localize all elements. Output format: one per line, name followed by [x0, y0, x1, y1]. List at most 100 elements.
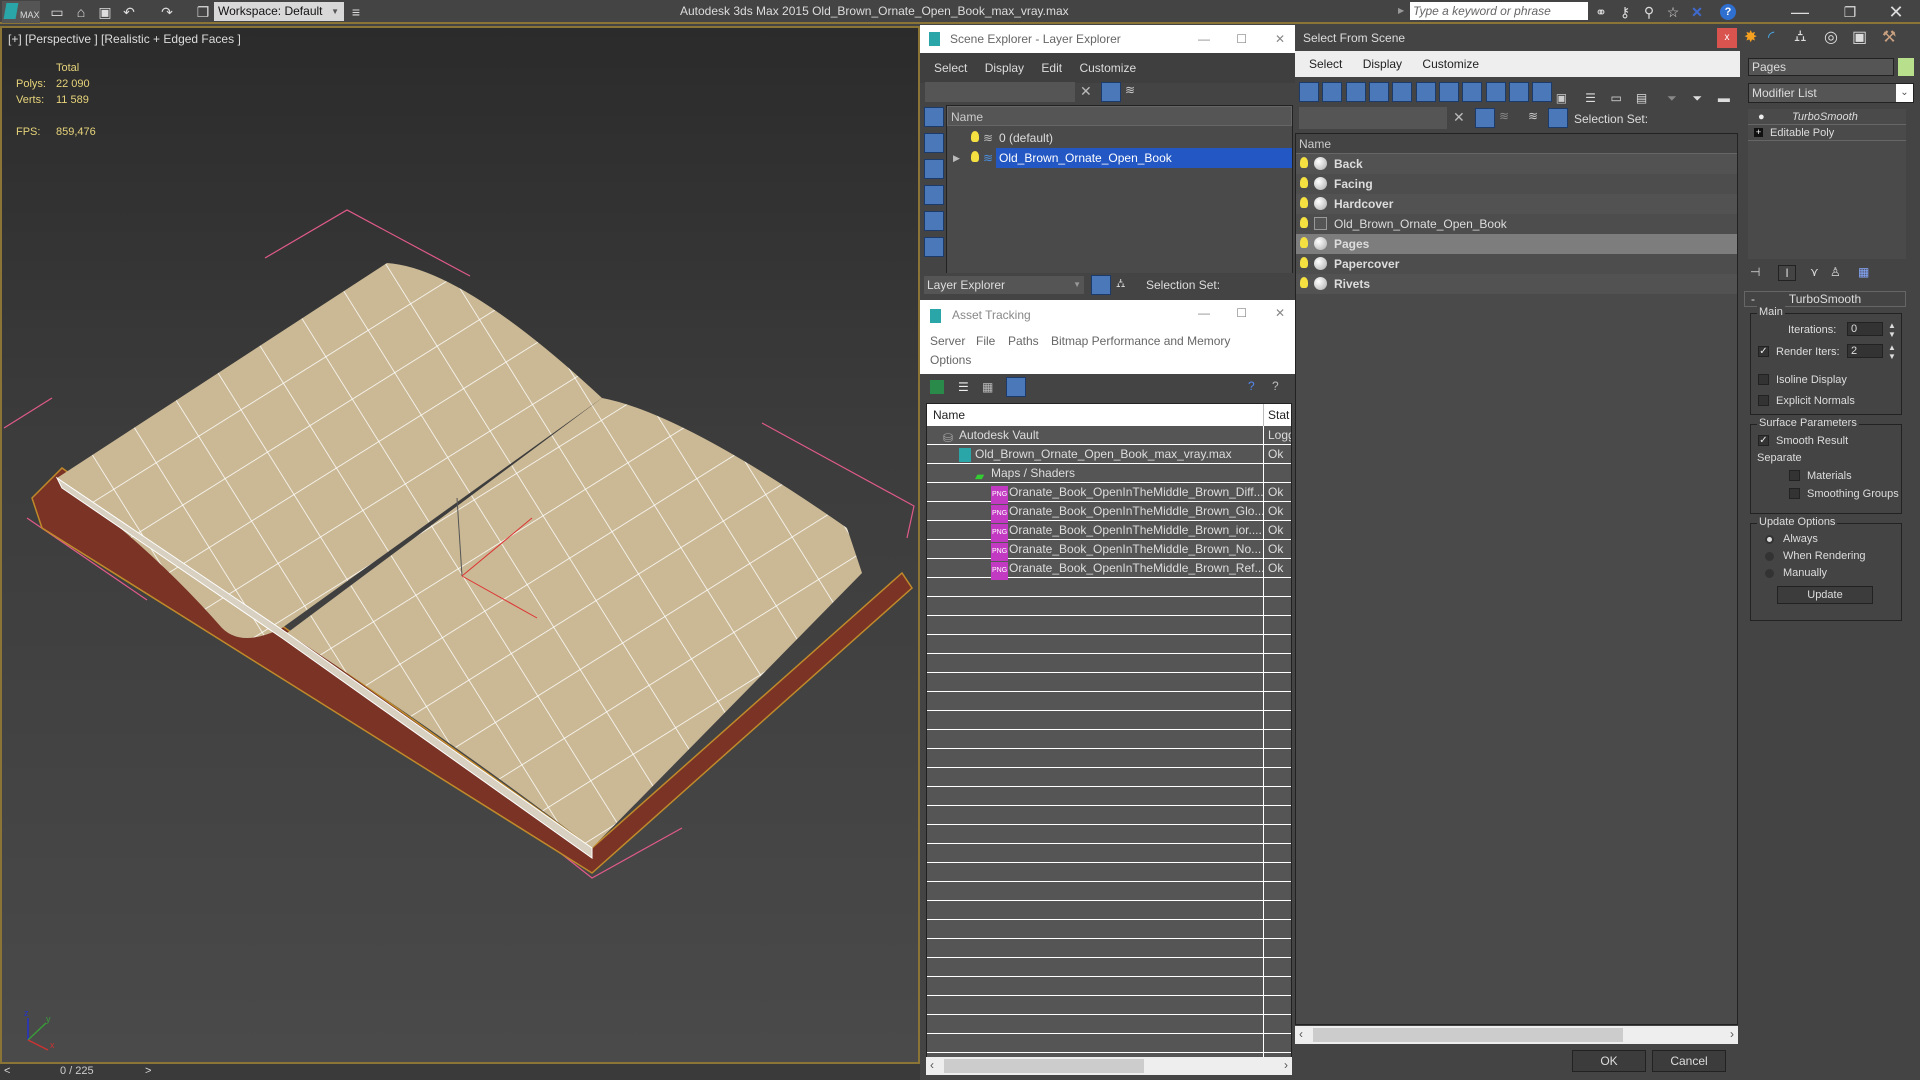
- maximize-button[interactable]: ☐: [1236, 306, 1247, 320]
- open-file-icon[interactable]: ⌂: [72, 3, 90, 21]
- asset-row[interactable]: PNG Oranate_Book_OpenInTheMiddle_Brown_Di…: [927, 483, 1291, 504]
- explorer-mode-dropdown[interactable]: Layer Explorer ▼: [924, 276, 1084, 294]
- object-row[interactable]: Pages: [1296, 234, 1737, 254]
- helpers-filter-icon[interactable]: [924, 211, 944, 231]
- materials-checkbox[interactable]: [1789, 470, 1800, 481]
- expand-icon[interactable]: ▶: [953, 148, 960, 168]
- ok-button[interactable]: OK: [1572, 1050, 1646, 1072]
- hierarchy-tab-icon[interactable]: ⛼: [1794, 27, 1807, 47]
- list-view-icon[interactable]: ☰: [958, 380, 969, 394]
- when-rendering-radio[interactable]: [1765, 552, 1774, 561]
- scroll-right-icon[interactable]: ›: [1730, 1027, 1734, 1041]
- menu-customize[interactable]: Customize: [1079, 61, 1136, 75]
- minimize-button[interactable]: —: [1780, 0, 1820, 24]
- close-button[interactable]: ✕: [1876, 0, 1916, 24]
- light-bulb-icon[interactable]: [1300, 217, 1308, 228]
- motion-tab-icon[interactable]: ◎: [1824, 27, 1838, 47]
- close-button[interactable]: x: [1717, 28, 1737, 48]
- select-invert-icon[interactable]: ▤: [1636, 91, 1658, 105]
- status-column-header[interactable]: Stat: [1263, 404, 1289, 426]
- filter-icon[interactable]: [1101, 82, 1121, 102]
- cameras-filter-icon[interactable]: [1369, 82, 1390, 102]
- help-icon[interactable]: ?: [1248, 379, 1255, 393]
- explicit-normals-checkbox[interactable]: [1758, 395, 1769, 406]
- light-bulb-icon[interactable]: [1300, 237, 1308, 248]
- layers-mode-icon[interactable]: ≋: [1528, 109, 1538, 123]
- smooth-result-checkbox[interactable]: ✓: [1758, 435, 1769, 446]
- scroll-thumb[interactable]: [944, 1059, 1144, 1073]
- filter-toggle-icon[interactable]: [1475, 108, 1495, 128]
- create-tab-icon[interactable]: ✸: [1744, 27, 1757, 47]
- satellite-icon[interactable]: ⚲: [1640, 3, 1658, 21]
- book-model[interactable]: z y x: [2, 28, 918, 1062]
- expand-arrow-icon[interactable]: ▶: [1398, 6, 1404, 15]
- asset-row[interactable]: PNG Oranate_Book_OpenInTheMiddle_Brown_No…: [927, 540, 1291, 561]
- info-icon[interactable]: ?: [1272, 379, 1279, 393]
- asset-row[interactable]: Old_Brown_Ornate_Open_Book_max_vray.max O…: [927, 445, 1291, 464]
- star-icon[interactable]: ☆: [1664, 3, 1682, 21]
- configure-modifier-sets-icon[interactable]: ▦: [1858, 265, 1869, 279]
- prev-frame-button[interactable]: <: [4, 1065, 10, 1077]
- remove-modifier-icon[interactable]: ♙: [1830, 265, 1841, 279]
- minimize-button[interactable]: —: [1198, 306, 1210, 320]
- asset-row[interactable]: PNG Oranate_Book_OpenInTheMiddle_Brown_Re…: [927, 559, 1291, 580]
- close-button[interactable]: ✕: [1275, 25, 1285, 53]
- menu-select[interactable]: Select: [1309, 57, 1342, 71]
- help-icon[interactable]: ?: [1720, 4, 1736, 20]
- stack-item-editable-poly[interactable]: + Editable Poly: [1748, 125, 1906, 141]
- always-radio[interactable]: [1765, 535, 1774, 544]
- render-iters-spinner[interactable]: 2: [1847, 344, 1883, 358]
- layers-filter-icon[interactable]: ≋: [1125, 83, 1135, 97]
- save-icon[interactable]: ▣: [96, 3, 114, 21]
- clear-search-icon[interactable]: ✕: [1453, 109, 1465, 126]
- hidden-filter-icon[interactable]: ▣: [1556, 91, 1576, 105]
- cameras-filter-icon[interactable]: [924, 185, 944, 205]
- object-row[interactable]: Back: [1296, 154, 1737, 174]
- light-bulb-icon[interactable]: [1300, 157, 1308, 168]
- filter-options-icon[interactable]: ⏷: [1693, 91, 1715, 106]
- isoline-display-checkbox[interactable]: [1758, 374, 1769, 385]
- find-input[interactable]: [925, 82, 1075, 102]
- table-view-icon[interactable]: [1006, 377, 1026, 397]
- smoothing-groups-checkbox[interactable]: [1789, 488, 1800, 499]
- menu-paths[interactable]: Paths: [1008, 334, 1039, 348]
- xrefs-filter-icon[interactable]: [1462, 82, 1483, 102]
- make-unique-icon[interactable]: ⋎: [1810, 265, 1819, 279]
- light-bulb-icon[interactable]: [1300, 277, 1308, 288]
- geometry-filter-icon[interactable]: [1299, 82, 1319, 102]
- undo-icon[interactable]: ↶: [120, 3, 138, 21]
- menu-display[interactable]: Display: [985, 61, 1024, 75]
- spinner-arrows-icon[interactable]: ▲ ▼: [1888, 321, 1896, 339]
- object-row[interactable]: Papercover: [1296, 254, 1737, 274]
- object-name-field[interactable]: Pages: [1748, 58, 1894, 76]
- bones-filter-icon[interactable]: [1485, 82, 1506, 102]
- perspective-viewport[interactable]: [+] [Perspective ] [Realistic + Edged Fa…: [0, 26, 920, 1064]
- project-folder-icon[interactable]: ❐: [194, 3, 212, 21]
- restore-button[interactable]: ❐: [1830, 0, 1870, 24]
- light-bulb-icon[interactable]: ●: [1758, 109, 1765, 125]
- search-input[interactable]: Type a keyword or phrase: [1410, 2, 1588, 20]
- light-bulb-icon[interactable]: [1300, 197, 1308, 208]
- light-bulb-icon[interactable]: [1300, 257, 1308, 268]
- render-iters-checkbox[interactable]: ✓: [1758, 346, 1769, 357]
- filter-icon[interactable]: ⏷: [1667, 91, 1689, 106]
- light-bulb-icon[interactable]: [1300, 177, 1308, 188]
- spacewarps-filter-icon[interactable]: [924, 237, 944, 257]
- menu-overflow-icon[interactable]: ≡: [347, 3, 365, 21]
- scroll-thumb[interactable]: [1313, 1028, 1623, 1042]
- shapes-filter-icon[interactable]: [924, 133, 944, 153]
- asset-row[interactable]: ⛁Autodesk VaultLogg: [927, 426, 1291, 445]
- menu-bitmap-performance[interactable]: Bitmap Performance and Memory: [1051, 334, 1230, 348]
- containers-filter-icon[interactable]: [1509, 82, 1530, 102]
- thumbnail-view-icon[interactable]: ▦: [982, 380, 993, 394]
- select-all-icon[interactable]: ☰: [1585, 91, 1607, 105]
- sfs-horizontal-scrollbar[interactable]: ‹ ›: [1295, 1026, 1738, 1044]
- sfs-find-input[interactable]: [1299, 107, 1447, 129]
- manually-radio[interactable]: [1765, 569, 1774, 578]
- time-slider[interactable]: < 0 / 225 >: [0, 1064, 920, 1080]
- x-exchange-icon[interactable]: ✕: [1688, 3, 1706, 21]
- asset-row[interactable]: PNG Oranate_Book_OpenInTheMiddle_Brown_Gl…: [927, 502, 1291, 523]
- object-row[interactable]: Old_Brown_Ornate_Open_Book: [1296, 214, 1737, 234]
- object-color-swatch[interactable]: [1898, 58, 1914, 76]
- next-frame-button[interactable]: >: [145, 1065, 151, 1077]
